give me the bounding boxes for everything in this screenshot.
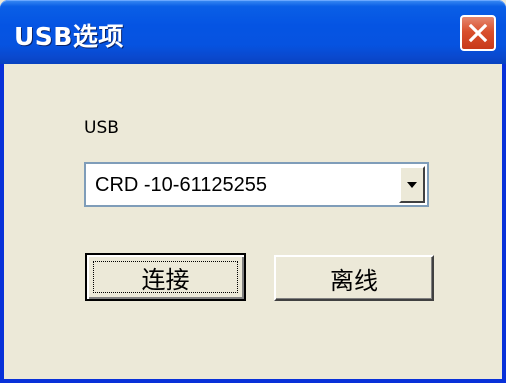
offline-button-label: 离线 — [330, 266, 378, 295]
usb-device-select[interactable]: CRD -10-61125255 — [84, 162, 429, 207]
connect-button-label: 连接 — [141, 265, 190, 294]
usb-label: USB — [84, 118, 119, 138]
dropdown-button[interactable] — [399, 166, 425, 203]
close-icon — [468, 23, 488, 43]
title-bar[interactable]: USB选项 — [0, 0, 506, 64]
close-button[interactable] — [460, 15, 496, 51]
chevron-down-icon — [407, 182, 417, 188]
window-title: USB选项 — [14, 22, 124, 51]
usb-device-value: CRD -10-61125255 — [95, 174, 267, 196]
usb-options-dialog: USB选项 USB CRD -10-61125255 连接 离线 — [0, 0, 506, 383]
offline-button[interactable]: 离线 — [274, 255, 434, 301]
connect-button[interactable]: 连接 — [85, 253, 246, 301]
